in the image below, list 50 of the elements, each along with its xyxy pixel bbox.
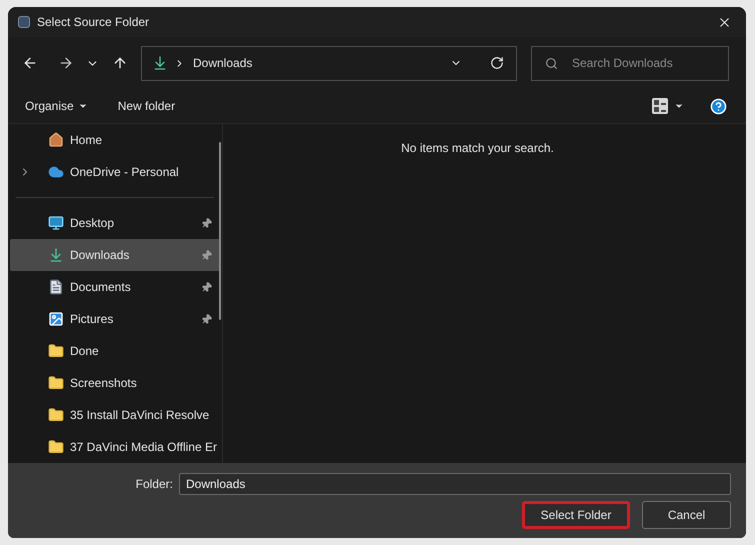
- sidebar-label: Downloads: [70, 247, 130, 264]
- view-icon: [652, 98, 668, 114]
- search-field[interactable]: Search Downloads: [531, 46, 729, 80]
- sidebar-item[interactable]: 35 Install DaVinci Resolve: [10, 399, 220, 431]
- window-title: Select Source Folder: [37, 14, 150, 31]
- sidebar-item[interactable]: Pictures: [10, 303, 220, 335]
- sidebar-item[interactable]: Desktop: [10, 207, 220, 239]
- download-icon: [48, 247, 64, 263]
- folder-icon: [48, 439, 64, 455]
- sidebar-label: 37 DaVinci Media Offline Er: [70, 439, 217, 456]
- empty-message: No items match your search.: [401, 140, 554, 157]
- folder-icon: [48, 407, 64, 423]
- cloud-icon: [48, 164, 64, 180]
- new-folder-button[interactable]: New folder: [118, 97, 176, 115]
- folder-icon: [48, 343, 64, 359]
- sidebar-item[interactable]: Downloads: [10, 239, 220, 271]
- search-icon: [545, 56, 558, 70]
- sidebar-label: Screenshots: [70, 375, 137, 392]
- forward-arrow-icon: [58, 55, 74, 71]
- select-folder-button[interactable]: Select Folder: [522, 501, 630, 529]
- address-bar[interactable]: Downloads: [141, 46, 517, 80]
- sidebar-item[interactable]: Home: [10, 124, 220, 156]
- download-icon: [152, 55, 168, 71]
- sidebar-item[interactable]: Screenshots: [10, 367, 220, 399]
- sidebar-item[interactable]: Done: [10, 335, 220, 367]
- document-icon: [48, 279, 64, 295]
- sidebar-label: OneDrive - Personal: [70, 164, 179, 181]
- sidebar-label: Done: [70, 343, 99, 360]
- folder-field[interactable]: Downloads: [179, 473, 731, 495]
- view-options-button[interactable]: [652, 98, 684, 114]
- sidebar-label: Desktop: [70, 215, 114, 232]
- picture-icon: [48, 311, 64, 327]
- address-text: Downloads: [193, 55, 252, 72]
- help-icon[interactable]: [710, 98, 727, 114]
- sidebar-label: Pictures: [70, 311, 114, 328]
- organise-menu[interactable]: Organise: [25, 97, 88, 115]
- sidebar-label: 35 Install DaVinci Resolve: [70, 407, 210, 424]
- sidebar-item[interactable]: Documents: [10, 271, 220, 303]
- refresh-icon[interactable]: [490, 56, 504, 70]
- monitor-icon: [48, 215, 64, 231]
- home-icon: [48, 132, 64, 148]
- cancel-button[interactable]: Cancel: [642, 501, 731, 529]
- sidebar-item[interactable]: OneDrive - Personal: [10, 156, 220, 188]
- app-icon: [18, 16, 30, 28]
- scrollbar-thumb[interactable]: [219, 142, 221, 320]
- sidebar-item[interactable]: 37 DaVinci Media Offline Er: [10, 431, 220, 463]
- sidebar-label: Documents: [70, 279, 131, 296]
- sidebar-label: Home: [70, 132, 102, 149]
- folder-icon: [48, 375, 64, 391]
- folder-label: Folder:: [136, 476, 173, 493]
